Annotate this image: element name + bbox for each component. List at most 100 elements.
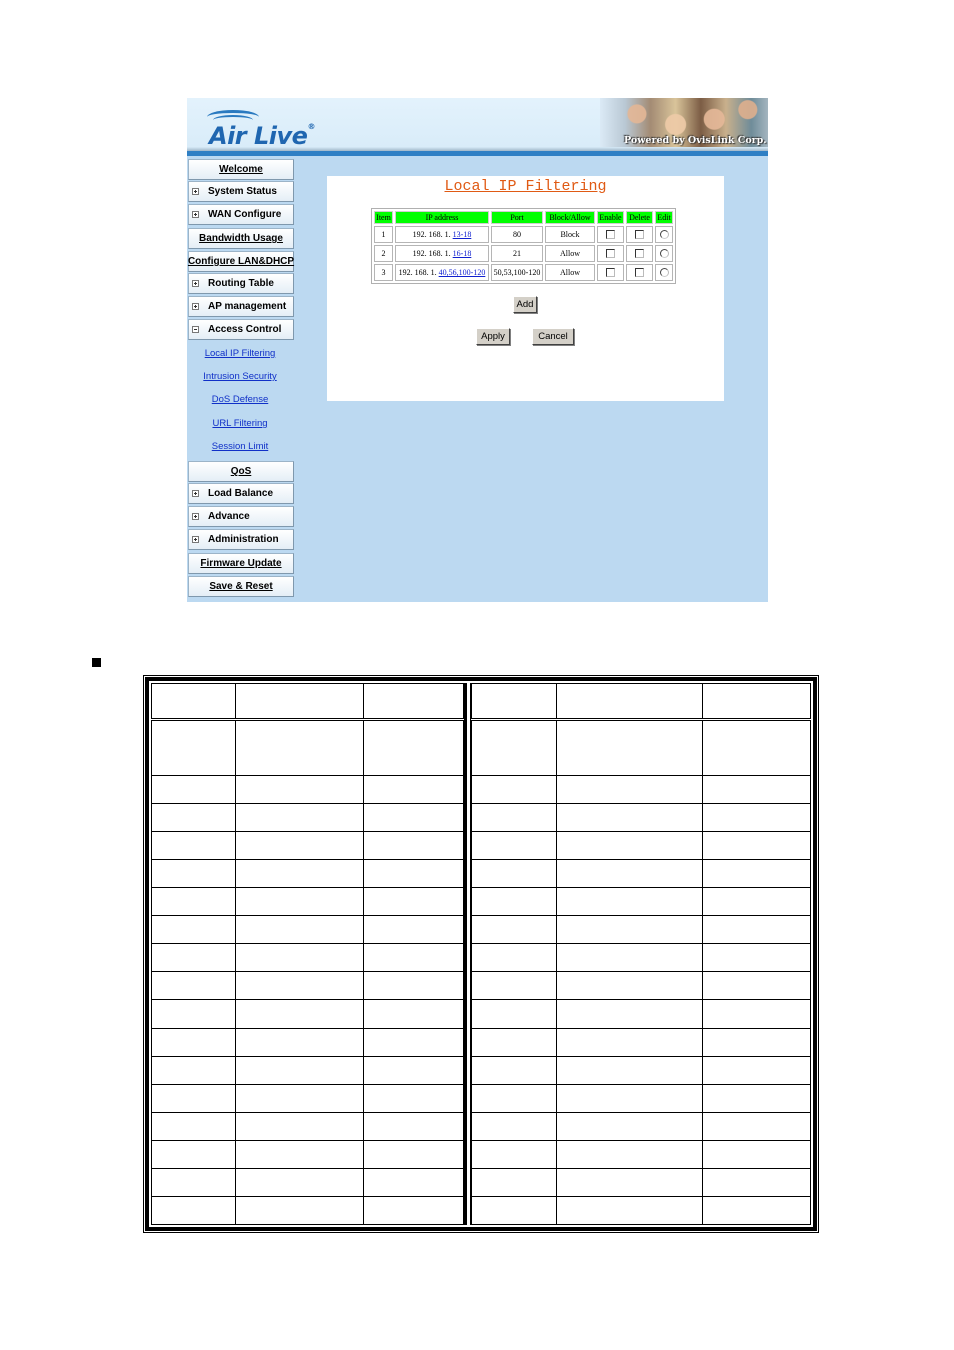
table-cell xyxy=(363,887,464,917)
table-cell xyxy=(235,1139,365,1169)
sidebar-item-access-control[interactable]: Access Control xyxy=(188,319,294,340)
enable-checkbox[interactable] xyxy=(606,268,615,278)
table-row xyxy=(150,1083,464,1113)
table-cell xyxy=(363,1083,464,1113)
table-header-row: Item IP address Port Block/Allow Enable … xyxy=(374,211,673,224)
expand-plus-icon[interactable] xyxy=(192,188,199,195)
sublink-local-ip-filtering[interactable]: Local IP Filtering xyxy=(187,348,293,359)
table-cell xyxy=(363,1027,464,1057)
table-cell xyxy=(150,1167,237,1197)
table-cell xyxy=(701,831,812,861)
table-cell xyxy=(363,1195,464,1226)
table-cell xyxy=(701,1083,812,1113)
sidebar-item-label: Access Control xyxy=(208,324,282,335)
table-cell xyxy=(555,887,703,917)
sublink-session-limit[interactable]: Session Limit xyxy=(187,441,293,452)
ip-range-link[interactable]: 40,56,100-120 xyxy=(439,268,486,277)
delete-checkbox[interactable] xyxy=(635,249,644,259)
table-cell xyxy=(363,803,464,833)
table-cell xyxy=(150,859,237,889)
table-cell xyxy=(555,718,703,777)
table-row xyxy=(150,718,464,777)
table-cell xyxy=(555,1055,703,1085)
table-cell xyxy=(471,1083,557,1113)
sidebar-item-firmware-update[interactable]: Firmware Update xyxy=(188,553,294,574)
empty-document-table xyxy=(143,675,819,1233)
table-cell xyxy=(150,775,237,805)
sidebar-item-load-balance[interactable]: Load Balance xyxy=(188,483,294,504)
enable-checkbox[interactable] xyxy=(606,230,615,240)
delete-checkbox[interactable] xyxy=(635,268,644,278)
table-row xyxy=(150,999,464,1029)
table-row xyxy=(150,803,464,833)
sidebar-item-welcome[interactable]: Welcome xyxy=(188,159,294,180)
sidebar-item-routing-table[interactable]: Routing Table xyxy=(188,273,294,294)
table-row xyxy=(471,831,812,861)
table-cell xyxy=(471,1167,557,1197)
table-cell xyxy=(235,803,365,833)
table-cell xyxy=(235,887,365,917)
expand-plus-icon[interactable] xyxy=(192,280,199,287)
table-row xyxy=(150,831,464,861)
expand-plus-icon[interactable] xyxy=(192,303,199,310)
table-row xyxy=(150,1111,464,1141)
table-cell xyxy=(555,943,703,973)
cell-edit xyxy=(655,226,673,243)
sublink-url-filtering[interactable]: URL Filtering xyxy=(187,418,293,429)
apply-button[interactable]: Apply xyxy=(476,328,510,345)
delete-checkbox[interactable] xyxy=(635,230,644,240)
header-bar xyxy=(187,151,768,156)
sublink-intrusion-security[interactable]: Intrusion Security xyxy=(187,371,293,382)
table-cell xyxy=(363,831,464,861)
sidebar-item-ap-management[interactable]: AP management xyxy=(188,296,294,317)
table-cell xyxy=(363,971,464,1001)
table-row xyxy=(150,775,464,805)
expand-plus-icon[interactable] xyxy=(192,536,199,543)
sidebar-item-configure-lan-dhcp[interactable]: Configure LAN&DHCP xyxy=(188,251,294,272)
table-cell xyxy=(150,1027,237,1057)
sidebar-item-advance[interactable]: Advance xyxy=(188,506,294,527)
table-row xyxy=(471,943,812,973)
ip-range-link[interactable]: 13-18 xyxy=(453,230,472,239)
collapse-minus-icon[interactable] xyxy=(192,326,199,333)
sidebar-item-bandwidth-usage[interactable]: Bandwidth Usage xyxy=(188,228,294,249)
table-cell xyxy=(471,1111,557,1141)
expand-plus-icon[interactable] xyxy=(192,211,199,218)
expand-plus-icon[interactable] xyxy=(192,490,199,497)
sidebar-item-qos[interactable]: QoS xyxy=(188,461,294,482)
table-cell xyxy=(235,718,365,777)
table-cell xyxy=(555,683,703,721)
sublink-dos-defense[interactable]: DoS Defense xyxy=(187,394,293,405)
table-cell xyxy=(363,1111,464,1141)
table-cell xyxy=(235,859,365,889)
expand-plus-icon[interactable] xyxy=(192,513,199,520)
cell-enable xyxy=(597,264,624,281)
table-cell xyxy=(471,971,557,1001)
sidebar-item-administration[interactable]: Administration xyxy=(188,529,294,550)
sidebar-item-system-status[interactable]: System Status xyxy=(188,181,294,202)
cancel-button[interactable]: Cancel xyxy=(532,328,574,345)
table-cell xyxy=(471,803,557,833)
add-button[interactable]: Add xyxy=(513,296,537,313)
table-cell xyxy=(701,1111,812,1141)
sidebar-item-wan-configure[interactable]: WAN Configure xyxy=(188,204,294,225)
edit-radio[interactable] xyxy=(659,230,669,240)
ip-prefix: 192. 168. 1. xyxy=(398,268,439,277)
sidebar-item-save-reset[interactable]: Save & Reset xyxy=(188,576,294,597)
table-cell xyxy=(235,1167,365,1197)
table-cell xyxy=(555,1027,703,1057)
table-row xyxy=(471,859,812,889)
ip-range-link[interactable]: 16-18 xyxy=(453,249,472,258)
edit-radio[interactable] xyxy=(659,249,669,259)
table-cell xyxy=(555,971,703,1001)
table-cell xyxy=(471,1055,557,1085)
cell-item: 2 xyxy=(374,245,393,262)
table-row xyxy=(150,943,464,973)
enable-checkbox[interactable] xyxy=(606,249,615,259)
table-row xyxy=(471,718,812,777)
cell-delete xyxy=(626,264,653,281)
table-cell xyxy=(555,859,703,889)
table-cell xyxy=(555,1195,703,1226)
edit-radio[interactable] xyxy=(659,268,669,278)
table-cell xyxy=(701,803,812,833)
